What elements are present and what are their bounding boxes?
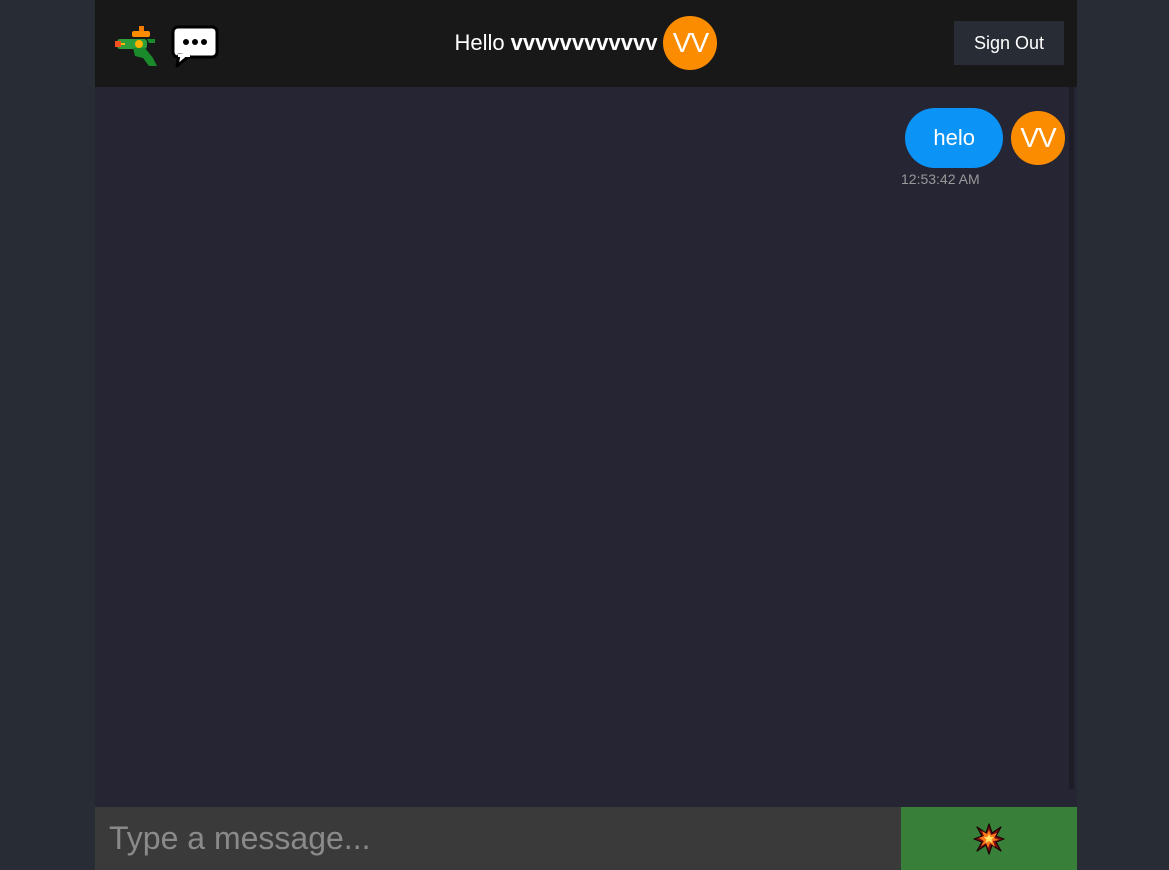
message-input[interactable]	[95, 807, 901, 870]
greeting-prefix: Hello	[454, 30, 505, 55]
message-timestamp: 12:53:42 AM	[901, 171, 980, 187]
send-button[interactable]	[901, 807, 1077, 870]
message-composer	[95, 807, 1077, 870]
scrollbar[interactable]	[1069, 87, 1074, 789]
message-avatar: VV	[1011, 111, 1065, 165]
app-header: Hello vvvvvvvvvvvv VV Sign Out	[95, 0, 1077, 87]
current-username: vvvvvvvvvvvv	[510, 30, 658, 55]
message-list: helo VV 12:53:42 AM	[95, 87, 1077, 807]
chat-app: Hello vvvvvvvvvvvv VV Sign Out helo VV 1…	[95, 0, 1077, 870]
collision-icon	[973, 822, 1005, 855]
greeting: Hello vvvvvvvvvvvv VV	[95, 16, 1077, 70]
sign-out-button[interactable]: Sign Out	[954, 21, 1064, 65]
message-bubble: helo	[905, 108, 1003, 168]
chat-message: helo VV	[905, 108, 1065, 168]
user-avatar: VV	[663, 16, 718, 70]
